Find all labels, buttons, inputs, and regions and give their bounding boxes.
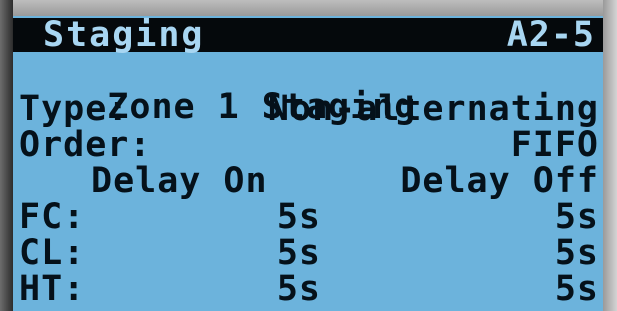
cl-delay-off-value[interactable]: 5s (555, 236, 599, 271)
screen-header-bar: Staging A2-5 (13, 16, 603, 55)
type-row[interactable]: Type: Non-alternating (19, 89, 599, 129)
table-row[interactable]: FC: 5s 5s (19, 197, 599, 237)
type-label: Type: (19, 89, 130, 129)
fc-delay-on-value[interactable]: 5s (277, 200, 321, 235)
table-row[interactable]: HT: 5s 5s (19, 269, 599, 309)
device-bezel-right (603, 0, 617, 311)
row-label-fc: FC: (19, 197, 86, 237)
delay-off-header: Delay Off (400, 161, 599, 201)
screen-title: Staging (43, 16, 205, 55)
zone-label-row: Zone 1 Staging (19, 56, 599, 125)
row-label-cl: CL: (19, 233, 86, 273)
ht-delay-on-value[interactable]: 5s (277, 272, 321, 307)
ht-delay-off-value[interactable]: 5s (555, 272, 599, 307)
order-label: Order: (19, 125, 152, 165)
row-label-ht: HT: (19, 269, 86, 309)
order-value[interactable]: FIFO (511, 128, 599, 163)
order-row[interactable]: Order: FIFO (19, 125, 599, 165)
table-row[interactable]: CL: 5s 5s (19, 233, 599, 273)
cl-delay-on-value[interactable]: 5s (277, 236, 321, 271)
screen-code: A2-5 (506, 16, 595, 55)
lcd-screen: Staging A2-5 Zone 1 Staging Type: Non-al… (13, 16, 603, 311)
delay-on-header: Delay On (91, 161, 268, 201)
type-value[interactable]: Non-alternating (268, 92, 599, 127)
column-headers-row: Delay On Delay Off (19, 161, 599, 201)
device-bezel-top (0, 0, 617, 16)
device-bezel-left (0, 0, 13, 311)
fc-delay-off-value[interactable]: 5s (555, 200, 599, 235)
